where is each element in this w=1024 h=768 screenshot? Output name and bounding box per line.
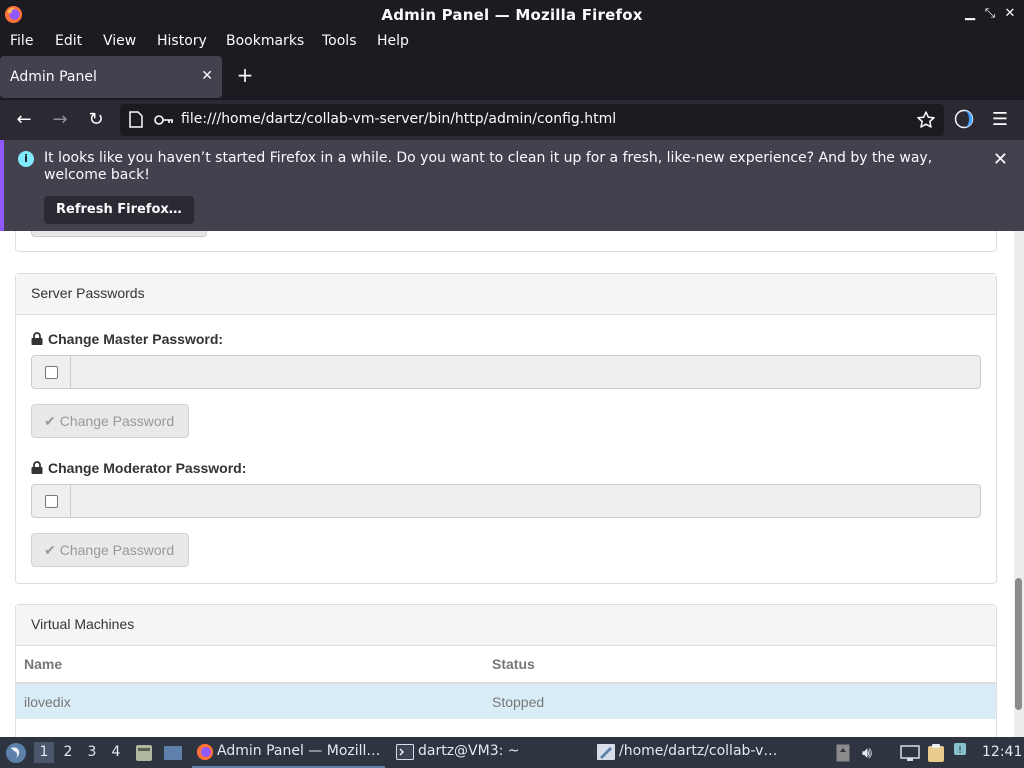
- task-editor-label: /home/dartz/collab-v…: [619, 743, 778, 759]
- column-header-name: Name: [16, 646, 484, 684]
- workspace-1[interactable]: 1: [34, 742, 54, 763]
- refresh-firefox-button[interactable]: Refresh Firefox…: [44, 196, 194, 224]
- task-firefox-label: Admin Panel — Mozill…: [217, 743, 381, 759]
- menu-bookmarks[interactable]: Bookmarks: [226, 33, 304, 49]
- task-terminal[interactable]: dartz@VM3: ~: [393, 737, 583, 768]
- menu-bar: File Edit View History Bookmarks Tools H…: [0, 29, 1024, 54]
- change-password-label: Change Password: [59, 413, 175, 429]
- checkmark-icon: ✔: [44, 413, 56, 429]
- scrollbar-thumb[interactable]: [1015, 578, 1022, 710]
- hamburger-menu-icon[interactable]: ☰: [988, 108, 1012, 132]
- workspace-4[interactable]: 4: [106, 742, 126, 763]
- change-master-password-button[interactable]: ✔ Change Password: [31, 404, 189, 438]
- moderator-password-label: Change Moderator Password:: [48, 460, 247, 476]
- vm-status-cell: Stopped: [484, 683, 996, 719]
- task-firefox[interactable]: Admin Panel — Mozill…: [192, 737, 385, 768]
- moderator-password-checkbox[interactable]: [45, 495, 58, 508]
- close-window-icon[interactable]: ✕: [1002, 6, 1018, 22]
- master-password-label-row: Change Master Password:: [31, 331, 223, 347]
- notification-icon[interactable]: !: [953, 742, 967, 756]
- master-password-group: [31, 355, 981, 389]
- master-password-checkbox[interactable]: [45, 366, 58, 379]
- url-bar[interactable]: file:///home/dartz/collab-vm-server/bin/…: [120, 104, 944, 136]
- clock[interactable]: 12:41: [982, 737, 1022, 768]
- svg-text:!: !: [958, 745, 962, 756]
- menu-file[interactable]: File: [10, 33, 33, 49]
- minimize-icon[interactable]: ▁: [962, 6, 978, 22]
- master-password-label: Change Master Password:: [48, 331, 224, 347]
- master-password-addon: [31, 355, 71, 389]
- tab-title: Admin Panel: [10, 69, 97, 85]
- vm-table: Name Status ilovedix Stopped: [16, 646, 996, 719]
- refresh-notification: i It looks like you haven’t started Fire…: [0, 140, 1024, 231]
- workspace-2[interactable]: 2: [58, 742, 78, 763]
- notification-close-icon[interactable]: ✕: [993, 149, 1008, 170]
- start-menu-icon[interactable]: [5, 742, 27, 764]
- taskbar: 1 2 3 4 Admin Panel — Mozill… dartz@VM3:…: [0, 737, 1024, 768]
- column-header-status: Status: [484, 646, 996, 684]
- previous-panel: [15, 231, 997, 252]
- page-content: Server Passwords Change Master Password:…: [0, 231, 1014, 737]
- volume-icon[interactable]: 🔊︎: [862, 743, 872, 763]
- tab-close-icon[interactable]: ✕: [201, 68, 213, 84]
- new-tab-icon[interactable]: +: [234, 64, 256, 86]
- navigation-bar: ← → ↻ file:///home/dartz/collab-vm-serve…: [0, 100, 1024, 140]
- forward-arrow-icon[interactable]: →: [48, 108, 72, 132]
- firefox-task-icon: [196, 743, 214, 761]
- network-icon[interactable]: [900, 745, 920, 761]
- checkmark-icon: ✔: [44, 542, 56, 558]
- tab-strip: Admin Panel ✕ +: [0, 54, 1024, 100]
- reload-icon[interactable]: ↻: [84, 108, 108, 132]
- key-icon[interactable]: [154, 112, 174, 128]
- menu-help[interactable]: Help: [377, 33, 409, 49]
- back-arrow-icon[interactable]: ←: [12, 108, 36, 132]
- virtual-machines-heading: Virtual Machines: [16, 605, 996, 646]
- window-titlebar: Admin Panel — Mozilla Firefox ▁ ⤡ ✕: [0, 0, 1024, 29]
- lock-icon: [31, 461, 43, 474]
- url-text[interactable]: file:///home/dartz/collab-vm-server/bin/…: [181, 111, 616, 127]
- master-password-input[interactable]: [70, 355, 981, 389]
- moderator-password-group: [31, 484, 981, 518]
- menu-tools[interactable]: Tools: [322, 33, 357, 49]
- text-editor-icon: [597, 744, 615, 760]
- server-passwords-panel: Server Passwords Change Master Password:…: [15, 273, 997, 584]
- task-terminal-label: dartz@VM3: ~: [418, 743, 520, 759]
- menu-edit[interactable]: Edit: [55, 33, 82, 49]
- change-moderator-password-button[interactable]: ✔ Change Password: [31, 533, 189, 567]
- vm-name-cell: ilovedix: [16, 683, 484, 719]
- restore-icon[interactable]: ⤡: [982, 6, 998, 22]
- tab-admin-panel[interactable]: Admin Panel ✕: [0, 56, 222, 98]
- lock-icon: [31, 332, 43, 345]
- moderator-password-input[interactable]: [70, 484, 981, 518]
- account-icon[interactable]: [954, 109, 974, 129]
- workspace-3[interactable]: 3: [82, 742, 102, 763]
- file-manager-icon[interactable]: [135, 744, 153, 762]
- moderator-password-addon: [31, 484, 71, 518]
- menu-view[interactable]: View: [103, 33, 136, 49]
- task-editor[interactable]: /home/dartz/collab-v…: [593, 737, 783, 768]
- moderator-password-label-row: Change Moderator Password:: [31, 460, 246, 476]
- table-row[interactable]: ilovedix Stopped: [16, 683, 996, 719]
- notification-message: It looks like you haven’t started Firefo…: [44, 150, 933, 183]
- clipboard-icon[interactable]: [927, 743, 945, 763]
- show-desktop-icon[interactable]: [163, 744, 183, 762]
- server-passwords-heading: Server Passwords: [16, 274, 996, 315]
- bookmark-star-icon[interactable]: [916, 110, 936, 130]
- previous-panel-button[interactable]: [31, 231, 207, 237]
- page-icon: [129, 111, 143, 128]
- vm-table-header-row: Name Status: [16, 646, 996, 684]
- menu-history[interactable]: History: [157, 33, 207, 49]
- change-password-label: Change Password: [59, 542, 175, 558]
- info-icon: i: [18, 151, 34, 167]
- virtual-machines-panel: Virtual Machines Name Status ilovedix St…: [15, 604, 997, 737]
- updates-icon[interactable]: [836, 744, 850, 762]
- window-title: Admin Panel — Mozilla Firefox: [381, 6, 643, 24]
- terminal-icon: [396, 744, 414, 760]
